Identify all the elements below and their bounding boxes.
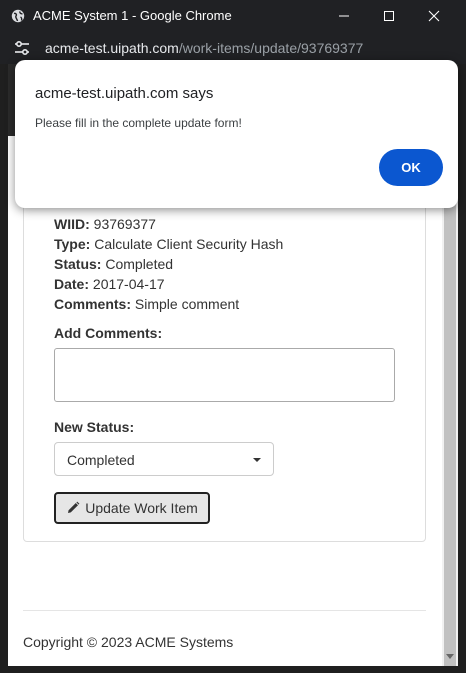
pencil-icon — [68, 501, 80, 513]
detail-type: Type: Calculate Client Security Hash — [54, 236, 284, 252]
alert-dialog: acme-test.uipath.com says Please fill in… — [15, 60, 458, 208]
caret-down-icon — [253, 458, 261, 462]
tune-icon[interactable] — [13, 40, 31, 56]
dialog-title: acme-test.uipath.com says — [35, 85, 214, 102]
footer-divider — [23, 610, 426, 611]
footer-copyright: Copyright © 2023 ACME Systems — [23, 634, 234, 650]
new-status-label: New Status: — [54, 419, 135, 435]
page-scrollbar[interactable] — [442, 142, 458, 666]
url-path: /work-items/update/93769377 — [178, 40, 364, 56]
url-field[interactable]: acme-test.uipath.com/work-items/update/9… — [45, 40, 363, 56]
add-comments-textarea[interactable] — [54, 348, 395, 402]
minimize-icon — [339, 15, 349, 17]
new-status-value: Completed — [67, 452, 135, 468]
dialog-message: Please fill in the complete update form! — [35, 116, 242, 130]
window-bottom-edge — [0, 666, 466, 673]
detail-date: Date: 2017-04-17 — [54, 276, 165, 292]
add-comments-label: Add Comments: — [54, 325, 163, 341]
update-button-label: Update Work Item — [85, 500, 198, 516]
globe-icon — [11, 9, 25, 23]
work-item-details: WIID: 93769377 Type: Calculate Client Se… — [54, 214, 283, 314]
detail-status: Status: Completed — [54, 256, 174, 272]
detail-wiid: WIID: 93769377 — [54, 216, 156, 232]
minimize-button[interactable] — [322, 0, 366, 32]
window-title: ACME System 1 - Google Chrome — [33, 8, 232, 23]
url-host: acme-test.uipath.com — [45, 40, 179, 56]
scroll-down-arrow-icon[interactable] — [446, 654, 454, 659]
scrollbar-thumb[interactable] — [444, 196, 456, 666]
window-right-edge — [458, 64, 466, 673]
detail-comments: Comments: Simple comment — [54, 296, 240, 312]
maximize-button[interactable] — [367, 0, 411, 32]
dialog-ok-button[interactable]: OK — [379, 149, 443, 186]
update-work-item-button[interactable]: Update Work Item — [54, 492, 210, 524]
close-window-button[interactable] — [412, 0, 456, 32]
window-title-bar: ACME System 1 - Google Chrome — [0, 0, 466, 32]
maximize-icon — [384, 11, 394, 21]
close-icon — [428, 10, 440, 22]
new-status-select[interactable]: Completed — [54, 442, 274, 476]
